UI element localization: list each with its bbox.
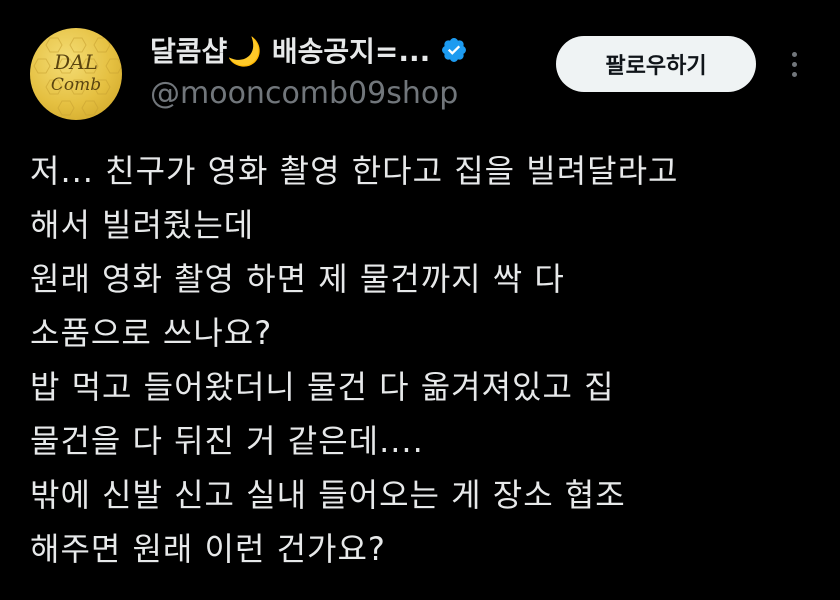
tweet-text-line: 밖에 신발 신고 실내 들어오는 게 장소 협조 [30,476,626,514]
honeycomb-pattern-icon [33,37,122,116]
author-handle[interactable]: @mooncomb09shop [150,76,458,111]
more-vertical-icon[interactable] [780,44,808,84]
more-dot [791,71,797,77]
tweet-text: 저... 친구가 영화 촬영 한다고 집을 빌려달라고 해서 빌려줬는데 원래 … [30,144,830,576]
tweet-text-line: 물건을 다 뒤진 거 같은데.... [30,422,424,460]
author-name-row: 달콤샵🌙 배송공지=... [150,30,468,70]
verified-badge-icon [440,36,468,64]
more-dot [791,51,797,57]
avatar-logo-text-bottom: Comb [50,75,102,95]
tweet: DAL Comb 달콤샵🌙 배송공지=... @mooncomb09shop 팔… [0,0,840,600]
follow-button[interactable]: 팔로우하기 [556,36,756,92]
tweet-text-line: 저... 친구가 영화 촬영 한다고 집을 빌려달라고 [30,152,679,190]
display-name[interactable]: 달콤샵🌙 배송공지=... [150,30,430,70]
more-dot [791,61,797,67]
avatar[interactable]: DAL Comb [30,28,122,120]
tweet-text-line: 해주면 원래 이런 건가요? [30,530,386,568]
avatar-logo-text-top: DAL [54,50,98,74]
tweet-text-line: 밥 먹고 들어왔더니 물건 다 옮겨져있고 집 [30,368,615,406]
tweet-text-line: 소품으로 쓰나요? [30,314,273,352]
tweet-text-line: 원래 영화 촬영 하면 제 물건까지 싹 다 [30,260,565,298]
tweet-text-line: 해서 빌려줬는데 [30,206,255,244]
